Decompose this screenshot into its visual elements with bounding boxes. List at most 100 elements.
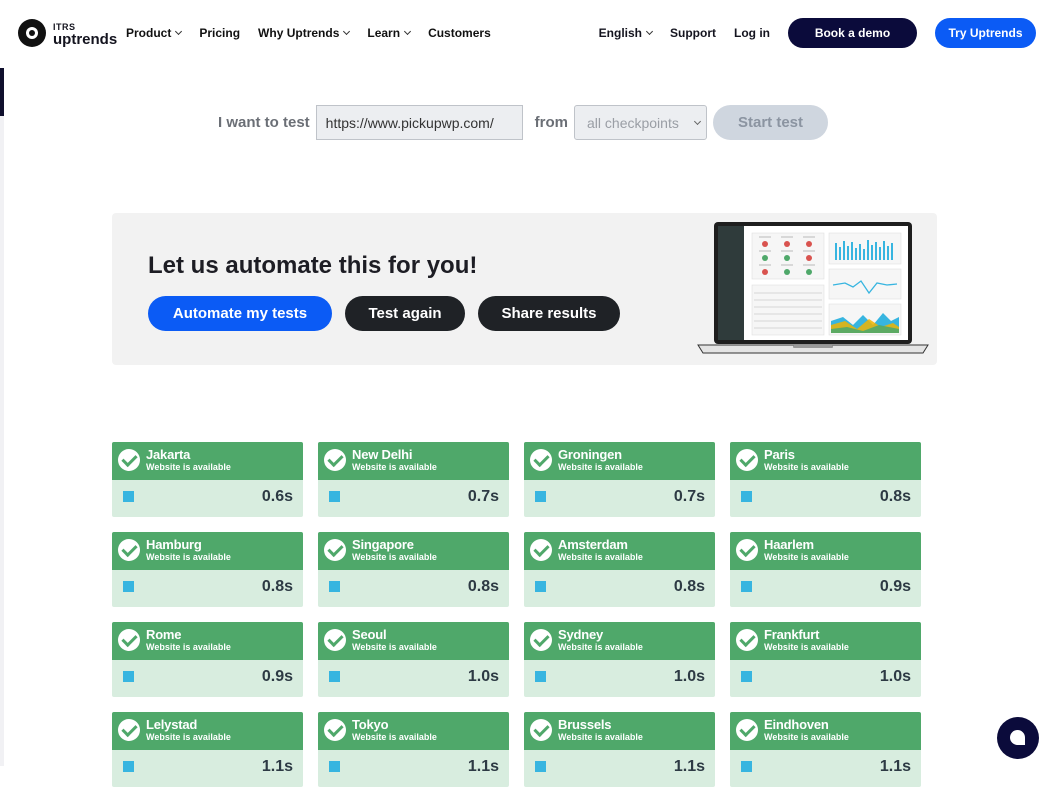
checkpoint-city: Brussels: [558, 717, 612, 732]
nav-item-label: Learn: [367, 26, 401, 40]
availability-status: Website is available: [558, 552, 643, 562]
load-time: 0.8s: [673, 578, 705, 595]
check-circle-icon: [530, 629, 552, 651]
result-card-body: 0.6s: [112, 480, 303, 517]
nav-item-product[interactable]: Product: [126, 26, 183, 40]
result-card[interactable]: Sydney Website is available 1.0s: [524, 622, 715, 697]
metric-legend-square: [535, 581, 546, 592]
language-label: English: [598, 26, 642, 40]
support-link[interactable]: Support: [670, 26, 716, 40]
result-card[interactable]: Haarlem Website is available 0.9s: [730, 532, 921, 607]
language-selector[interactable]: English: [598, 26, 654, 40]
result-card-header: Amsterdam Website is available: [524, 532, 715, 570]
load-time: 0.6s: [261, 488, 293, 505]
metric-legend-square: [535, 761, 546, 772]
result-card[interactable]: Rome Website is available 0.9s: [112, 622, 303, 697]
logo[interactable]: ITRS uptrends: [18, 19, 117, 47]
chevron-down-icon: [343, 27, 351, 36]
metric-legend-square: [329, 761, 340, 772]
test-form: I want to test https://www.pickupwp.com/…: [218, 105, 829, 140]
result-card[interactable]: Amsterdam Website is available 0.8s: [524, 532, 715, 607]
chat-bubble-icon[interactable]: [997, 717, 1039, 759]
result-card-body: 1.0s: [318, 660, 509, 697]
metric-legend-square: [329, 671, 340, 682]
result-card[interactable]: Eindhoven Website is available 1.1s: [730, 712, 921, 787]
load-time: 0.9s: [879, 578, 911, 595]
check-circle-icon: [530, 449, 552, 471]
logo-text: ITRS uptrends: [53, 22, 117, 47]
result-card[interactable]: Tokyo Website is available 1.1s: [318, 712, 509, 787]
test-again-button[interactable]: Test again: [345, 296, 465, 331]
metric-legend-square: [123, 761, 134, 772]
result-card-header: Brussels Website is available: [524, 712, 715, 750]
share-results-button[interactable]: Share results: [478, 296, 620, 331]
nav-item-label: Pricing: [199, 26, 241, 40]
metric-legend-square: [741, 671, 752, 682]
load-time: 0.8s: [261, 578, 293, 595]
url-input[interactable]: https://www.pickupwp.com/: [315, 105, 523, 140]
result-card-body: 1.1s: [524, 750, 715, 787]
availability-status: Website is available: [146, 642, 231, 652]
nav-item-why-uptrends[interactable]: Why Uptrends: [258, 26, 351, 40]
check-circle-icon: [736, 449, 758, 471]
result-card[interactable]: Jakarta Website is available 0.6s: [112, 442, 303, 517]
metric-legend-square: [741, 581, 752, 592]
result-card[interactable]: Groningen Website is available 0.7s: [524, 442, 715, 517]
result-card-body: 0.7s: [318, 480, 509, 517]
automate-tests-button[interactable]: Automate my tests: [148, 296, 332, 331]
metric-legend-square: [329, 491, 340, 502]
result-card[interactable]: Singapore Website is available 0.8s: [318, 532, 509, 607]
result-card-header: Lelystad Website is available: [112, 712, 303, 750]
nav-item-pricing[interactable]: Pricing: [199, 26, 240, 40]
availability-status: Website is available: [764, 552, 849, 562]
check-circle-icon: [736, 629, 758, 651]
result-card[interactable]: Paris Website is available 0.8s: [730, 442, 921, 517]
check-circle-icon: [324, 539, 346, 561]
nav-item-label: Customers: [428, 26, 491, 40]
test-label: I want to test: [218, 114, 310, 131]
check-circle-icon: [736, 539, 758, 561]
chevron-down-icon: [645, 27, 654, 36]
itrs-logo-icon: [18, 19, 46, 47]
result-card[interactable]: Hamburg Website is available 0.8s: [112, 532, 303, 607]
login-link[interactable]: Log in: [734, 26, 770, 40]
load-time: 1.1s: [879, 758, 911, 775]
metric-legend-square: [329, 581, 340, 592]
try-uptrends-button[interactable]: Try Uptrends: [935, 18, 1036, 48]
result-card[interactable]: Lelystad Website is available 1.1s: [112, 712, 303, 787]
load-time: 1.0s: [673, 668, 705, 685]
load-time: 0.8s: [879, 488, 911, 505]
start-test-button[interactable]: Start test: [713, 105, 829, 140]
checkpoint-city: Hamburg: [146, 537, 202, 552]
checkpoint-select-value: all checkpoints: [587, 114, 679, 131]
result-card-body: 0.8s: [318, 570, 509, 607]
result-card[interactable]: New Delhi Website is available 0.7s: [318, 442, 509, 517]
metric-legend-square: [123, 581, 134, 592]
nav-item-learn[interactable]: Learn: [367, 26, 412, 40]
availability-status: Website is available: [558, 462, 643, 472]
result-card-header: Singapore Website is available: [318, 532, 509, 570]
availability-status: Website is available: [558, 642, 643, 652]
checkpoint-city: Sydney: [558, 627, 604, 642]
load-time: 1.0s: [879, 668, 911, 685]
checkpoint-city: Eindhoven: [764, 717, 829, 732]
from-label: from: [534, 114, 569, 131]
result-card-header: Rome Website is available: [112, 622, 303, 660]
checkpoint-select[interactable]: all checkpoints: [574, 105, 708, 140]
nav-item-customers[interactable]: Customers: [428, 26, 491, 40]
check-circle-icon: [324, 629, 346, 651]
result-card[interactable]: Frankfurt Website is available 1.0s: [730, 622, 921, 697]
result-card-body: 0.8s: [730, 480, 921, 517]
result-card-header: Paris Website is available: [730, 442, 921, 480]
check-circle-icon: [530, 539, 552, 561]
result-card-body: 0.9s: [112, 660, 303, 697]
result-card-header: Tokyo Website is available: [318, 712, 509, 750]
chevron-down-icon: [175, 27, 183, 36]
book-demo-button[interactable]: Book a demo: [788, 18, 917, 48]
metric-legend-square: [535, 671, 546, 682]
availability-status: Website is available: [764, 462, 849, 472]
result-card[interactable]: Brussels Website is available 1.1s: [524, 712, 715, 787]
result-card[interactable]: Seoul Website is available 1.0s: [318, 622, 509, 697]
result-card-body: 0.8s: [112, 570, 303, 607]
availability-status: Website is available: [146, 732, 231, 742]
